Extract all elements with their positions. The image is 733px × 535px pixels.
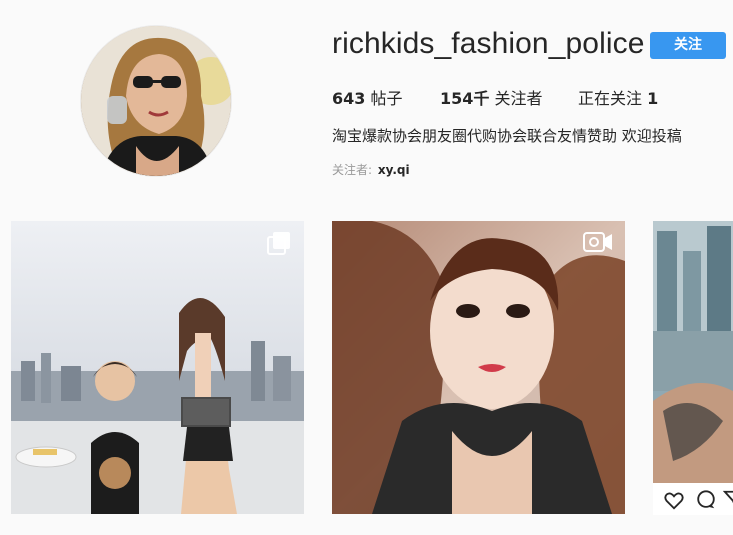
- post-image: [11, 221, 304, 514]
- followers-count: 154千: [440, 89, 490, 108]
- followed-by-user-link[interactable]: xy.qi: [378, 163, 410, 177]
- carousel-icon: [267, 232, 290, 255]
- posts-count: 643: [332, 89, 366, 108]
- followed-by-label: 关注者:: [332, 163, 373, 177]
- video-camera-icon: [583, 232, 612, 252]
- profile-avatar[interactable]: [81, 26, 231, 176]
- followers-label: 关注者: [494, 89, 543, 108]
- post-image: [332, 221, 625, 514]
- profile-bio: 淘宝爆款协会朋友圈代购协会联合友情赞助 欢迎投稿: [332, 127, 682, 145]
- post-thumbnail[interactable]: [332, 221, 625, 514]
- followers-stat[interactable]: 154千 关注者: [440, 85, 543, 109]
- profile-username: richkids_fashion_police: [332, 27, 645, 60]
- posts-label: 帖子: [370, 89, 403, 108]
- post-image: [653, 221, 733, 514]
- comment-icon[interactable]: [695, 489, 717, 511]
- post-thumbnail[interactable]: [11, 221, 304, 514]
- posts-count-stat: 643 帖子: [332, 85, 403, 109]
- following-label: 正在关注: [578, 89, 643, 108]
- following-count: 1: [647, 89, 659, 108]
- followed-by: 关注者: xy.qi: [332, 161, 410, 178]
- post-action-bar: [653, 483, 733, 515]
- post-thumbnail[interactable]: [653, 221, 733, 514]
- heart-icon[interactable]: [663, 489, 685, 511]
- following-stat[interactable]: 正在关注 1: [578, 85, 658, 109]
- share-icon[interactable]: [723, 489, 733, 511]
- avatar-image: [81, 26, 231, 176]
- follow-button[interactable]: 关注: [650, 32, 726, 59]
